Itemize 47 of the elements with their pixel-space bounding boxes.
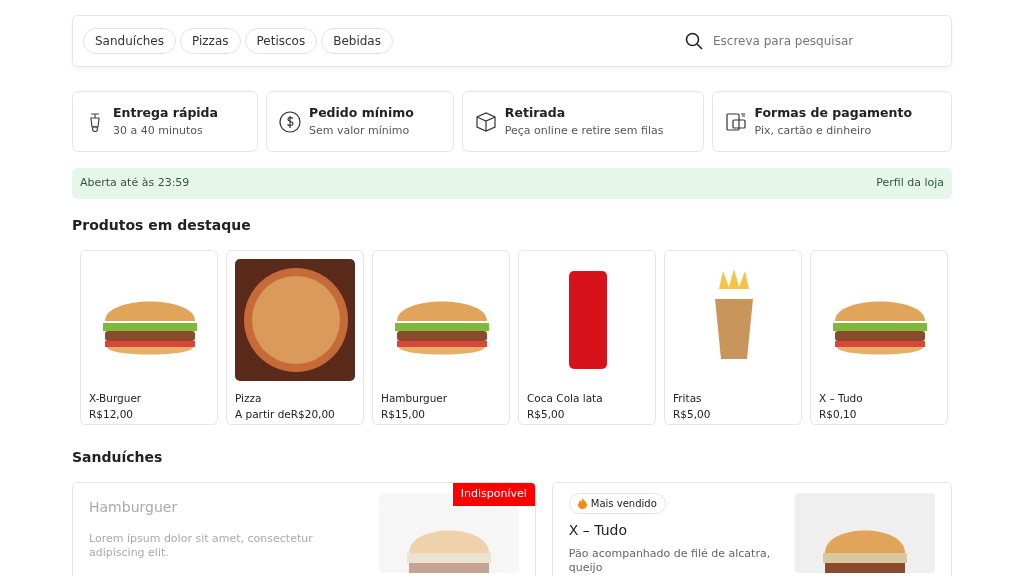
- product-price: R$12,00: [89, 406, 135, 422]
- info-subtitle: Sem valor mínimo: [308, 122, 411, 139]
- unavailable-badge: Indisponível: [452, 483, 535, 506]
- category-chip[interactable]: Bebidas: [321, 28, 393, 54]
- product-name: X – Tudo: [819, 391, 864, 406]
- section-title: Produtos em destaque: [72, 216, 252, 235]
- payment-icon: [724, 110, 747, 133]
- info-title: Retirada: [504, 103, 567, 122]
- product-description: Lorem ipsum dolor sit amet, consectetur adipiscing elit.: [89, 532, 314, 561]
- product-price: R$0,10: [819, 406, 858, 422]
- section-title: Sanduíches: [72, 448, 164, 467]
- product-name: Hamburguer: [89, 498, 179, 517]
- product-card[interactable]: Mais vendido X – Tudo Pão acompanhado de filé de alcatra, queijo: [551, 482, 952, 576]
- info-subtitle: Pix, cartão e dinheiro: [754, 122, 873, 139]
- product-price: R$15,00: [381, 406, 427, 422]
- box-icon: [474, 110, 497, 133]
- product-card[interactable]: Pizza A partir deR$20,00: [226, 250, 364, 425]
- product-card[interactable]: X-Burguer R$12,00: [80, 250, 218, 425]
- category-chip[interactable]: Pizzas: [180, 28, 241, 54]
- info-subtitle: 30 a 40 minutos: [113, 122, 204, 139]
- search-icon: [685, 32, 703, 50]
- category-chip[interactable]: Sanduíches: [83, 28, 176, 54]
- product-name: Hamburguer: [381, 391, 449, 406]
- flame-icon: [577, 498, 587, 509]
- info-title: Formas de pagamento: [754, 103, 913, 122]
- info-subtitle: Peça online e retire sem filas: [504, 122, 664, 139]
- product-name: Fritas: [673, 391, 703, 406]
- product-card[interactable]: Coca Cola lata R$5,00: [518, 250, 656, 425]
- product-card[interactable]: X – Tudo R$0,10: [810, 250, 948, 425]
- product-name: X-Burguer: [89, 391, 143, 406]
- product-price: R$5,00: [527, 406, 566, 422]
- product-price: A partir deR$20,00: [235, 406, 336, 422]
- product-name: X – Tudo: [568, 521, 629, 540]
- info-title: Entrega rápida: [113, 103, 218, 122]
- product-name: Coca Cola lata: [527, 391, 604, 406]
- product-price: R$5,00: [673, 406, 712, 422]
- info-title: Pedido mínimo: [308, 103, 414, 122]
- product-card[interactable]: Hamburguer Lorem ipsum dolor sit amet, consectetur adipiscing elit. Indisponível: [72, 482, 536, 576]
- store-profile-link[interactable]: Perfil da loja: [876, 175, 944, 192]
- tag-label: Mais vendido: [590, 497, 657, 511]
- dollar-icon: [278, 110, 301, 133]
- product-name: Pizza: [235, 391, 263, 406]
- product-card[interactable]: Fritas R$5,00: [664, 250, 802, 425]
- opening-hours: Aberta até às 23:59: [80, 175, 190, 192]
- product-card[interactable]: Hamburguer R$15,00: [372, 250, 510, 425]
- category-chip[interactable]: Petiscos: [244, 28, 318, 54]
- product-description: Pão acompanhado de filé de alcatra, queijo: [568, 547, 772, 576]
